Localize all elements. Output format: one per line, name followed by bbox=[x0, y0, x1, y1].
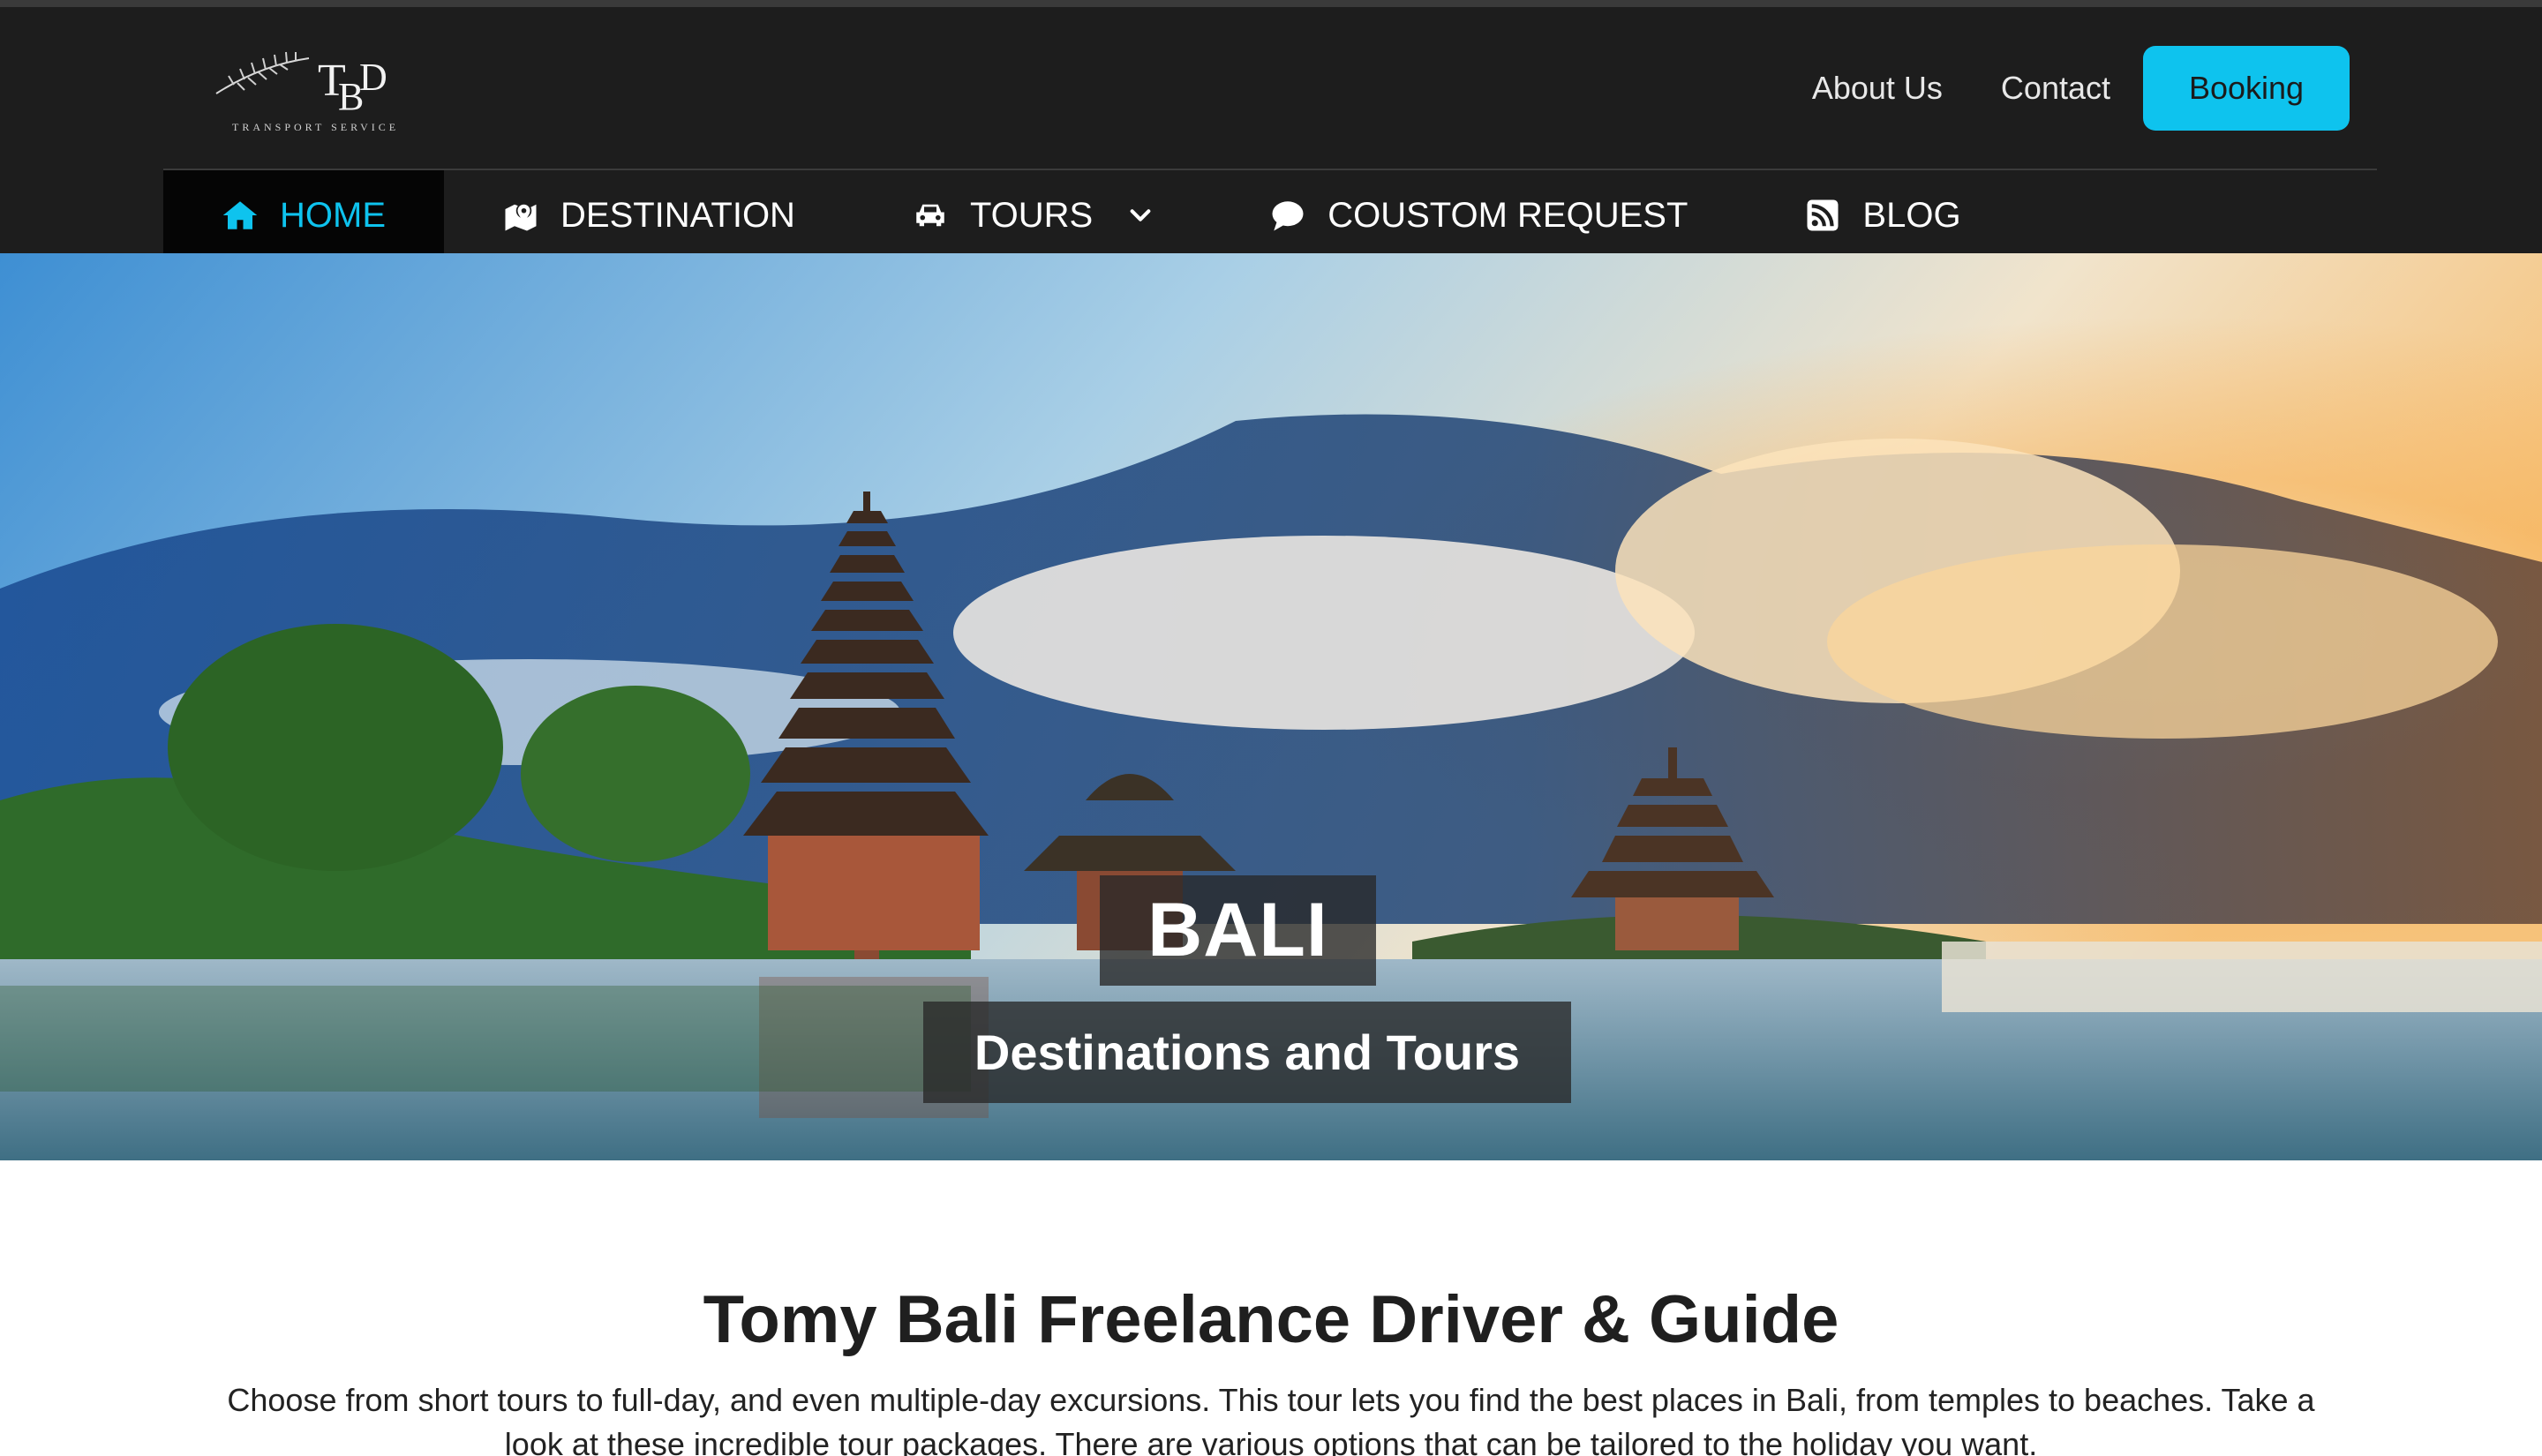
car-icon bbox=[912, 197, 949, 234]
hero-title: BALI bbox=[1147, 888, 1328, 972]
chevron-down-icon[interactable] bbox=[1128, 203, 1153, 228]
nav-item-label: COUSTOM REQUEST bbox=[1327, 195, 1688, 235]
chat-bubble-icon bbox=[1269, 197, 1306, 234]
site-header: T B D TRANSPORT SERVICE About Us Contact… bbox=[0, 7, 2542, 260]
nav-item-label: HOME bbox=[280, 195, 386, 235]
booking-button[interactable]: Booking bbox=[2143, 46, 2350, 131]
hero-banner: BALI Destinations and Tours bbox=[0, 253, 2542, 1160]
nav-item-label: TOURS bbox=[969, 195, 1094, 235]
hero-title-box: BALI bbox=[1100, 875, 1376, 986]
nav-item-blog[interactable]: BLOG bbox=[1746, 170, 2019, 260]
map-marker-icon bbox=[502, 197, 539, 234]
logo-image: T B D TRANSPORT SERVICE bbox=[215, 51, 399, 133]
nav-item-destination[interactable]: DESTINATION bbox=[444, 170, 854, 260]
main-nav: HOME DESTINATION TOURS COUSTOM REQUEST B… bbox=[163, 170, 2019, 260]
nav-item-tours[interactable]: TOURS bbox=[854, 170, 1211, 260]
home-icon bbox=[222, 197, 259, 234]
hero-subtitle-box: Destinations and Tours bbox=[923, 1002, 1571, 1103]
page-title: Tomy Bali Freelance Driver & Guide bbox=[703, 1282, 1839, 1357]
contact-link[interactable]: Contact bbox=[1972, 70, 2140, 107]
nav-item-label: BLOG bbox=[1862, 195, 1961, 235]
nav-item-label: DESTINATION bbox=[560, 195, 795, 235]
nav-item-custom-request[interactable]: COUSTOM REQUEST bbox=[1211, 170, 1746, 260]
rss-icon bbox=[1804, 197, 1841, 234]
svg-text:D: D bbox=[359, 56, 387, 99]
window-top-strip bbox=[0, 0, 2542, 7]
about-us-link[interactable]: About Us bbox=[1783, 70, 1972, 107]
svg-text:TRANSPORT SERVICE: TRANSPORT SERVICE bbox=[232, 121, 399, 133]
hero-subtitle: Destinations and Tours bbox=[974, 1024, 1521, 1080]
intro-paragraph: Choose from short tours to full-day, and… bbox=[227, 1382, 2315, 1456]
top-links: About Us Contact Booking bbox=[1783, 46, 2350, 131]
nav-item-home[interactable]: HOME bbox=[163, 170, 444, 260]
site-logo[interactable]: T B D TRANSPORT SERVICE bbox=[207, 39, 419, 138]
